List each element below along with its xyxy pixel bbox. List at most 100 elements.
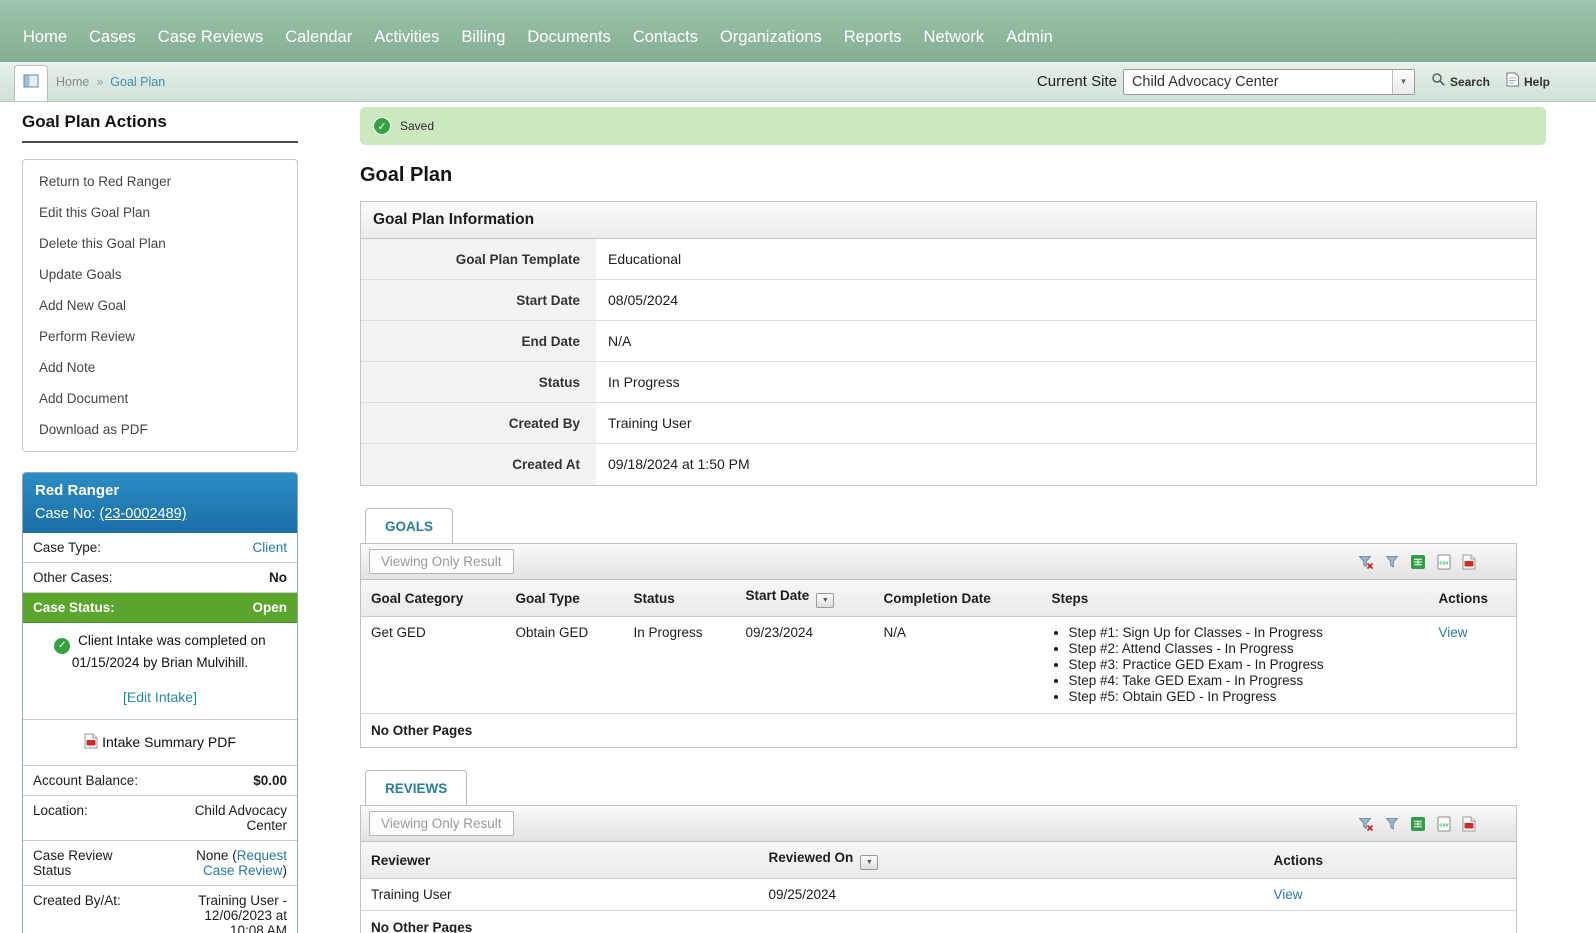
info-value: 09/18/2024 at 1:50 PM [596,444,1536,485]
saved-message: Saved [400,119,435,133]
nav-item-cases[interactable]: Cases [78,28,147,62]
site-controls: Current Site Child Advocacy Center ▼ Sea… [1036,68,1596,95]
search-icon [1431,72,1446,92]
goal-step: Step #2: Attend Classes - In Progress [1069,641,1419,657]
info-value: N/A [596,321,1536,361]
tab-reviews[interactable]: REVIEWS [365,770,468,805]
action-add-new-goal[interactable]: Add New Goal [23,290,297,321]
chevron-down-icon[interactable]: ▼ [1391,69,1414,94]
goals-header-row: Goal Category Goal Type Status Start Dat… [360,580,1517,617]
goal-start-date-cell: 09/23/2024 [745,625,814,640]
nav-item-documents[interactable]: Documents [516,28,621,62]
current-site-selector[interactable]: Child Advocacy Center ▼ [1122,68,1415,95]
case-status-badge: Open [252,600,287,615]
action-delete-goal-plan[interactable]: Delete this Goal Plan [23,228,297,259]
col-goal-category: Goal Category [360,580,506,617]
help-label: Help [1523,74,1550,89]
other-cases-value: No [269,570,287,585]
nav-item-reports[interactable]: Reports [833,28,913,62]
nav-item-case-reviews[interactable]: Case Reviews [147,28,274,62]
csv-export-icon[interactable]: csv [1436,816,1452,832]
current-site-label: Current Site [1036,73,1117,90]
nav-item-home[interactable]: Home [12,28,78,62]
sidebar-toggle-button[interactable] [14,65,48,101]
action-download-pdf[interactable]: Download as PDF [23,414,297,445]
info-label: Goal Plan Template [361,239,596,279]
top-navigation: Home Cases Case Reviews Calendar Activit… [0,0,1596,62]
edit-intake-link[interactable]: [Edit Intake] [123,689,197,705]
view-review-link[interactable]: View [1274,887,1303,902]
location-row: Location: Child Advocacy Center [23,796,297,841]
nav-item-contacts[interactable]: Contacts [622,28,709,62]
breadcrumb: Home » Goal Plan [56,75,165,89]
nav-item-organizations[interactable]: Organizations [709,28,833,62]
case-status-row: Case Status: Open [23,593,297,623]
tab-goals[interactable]: GOALS [365,508,454,543]
nav-item-network[interactable]: Network [913,28,996,62]
search-button[interactable]: Search [1431,72,1490,92]
info-value: In Progress [596,362,1536,402]
nav-item-billing[interactable]: Billing [450,28,516,62]
pdf-export-icon[interactable] [1462,816,1476,832]
goal-step: Step #3: Practice GED Exam - In Progress [1069,657,1419,673]
filter-icon[interactable] [1384,554,1400,570]
page-title: Goal Plan [360,164,453,186]
case-review-status-label: Case Review Status [33,847,113,878]
info-row-end-date: End Date N/A [361,321,1536,362]
check-icon: ✓ [373,117,391,135]
sidebar: Goal Plan Actions Return to Red Ranger E… [22,112,298,933]
account-balance-value: $0.00 [253,772,287,788]
excel-export-icon[interactable] [1410,816,1426,832]
action-add-document[interactable]: Add Document [23,383,297,414]
action-perform-review[interactable]: Perform Review [23,321,297,352]
col-completion-date: Completion Date [873,580,1042,617]
action-add-note[interactable]: Add Note [23,352,297,383]
goals-viewing-status: Viewing Only Result [369,549,514,574]
client-name: Red Ranger [35,482,120,499]
nav-item-admin[interactable]: Admin [995,28,1064,62]
review-row: Training User 09/25/2024 View [361,879,1517,911]
clear-filter-icon[interactable] [1358,816,1374,832]
case-status-label: Case Status: [33,600,115,615]
excel-export-icon[interactable] [1410,554,1426,570]
breadcrumb-home-link[interactable]: Home [56,75,89,89]
reviews-pagination-row: No Other Pages [360,910,1517,933]
info-value: Educational [596,239,1536,279]
nav-item-activities[interactable]: Activities [363,28,450,62]
csv-export-icon[interactable]: csv [1436,554,1452,570]
case-no-link[interactable]: (23-0002489) [99,506,186,522]
reviews-toolbar-icons: csv [1358,816,1508,832]
filter-icon[interactable] [1384,816,1400,832]
sort-reviewed-on-button[interactable]: ▼ [860,855,879,870]
action-edit-goal-plan[interactable]: Edit this Goal Plan [23,197,297,228]
reviews-no-other-pages: No Other Pages [360,910,1517,933]
goal-status-cell: In Progress [633,625,703,640]
case-type-link[interactable]: Client [252,540,287,555]
search-label: Search [1449,74,1490,89]
pdf-export-icon[interactable] [1462,554,1476,570]
case-type-label: Case Type: [33,540,102,555]
info-label: End Date [361,321,596,361]
breadcrumb-current-page[interactable]: Goal Plan [110,75,165,89]
col-start-date: Start Date ▼ [735,580,874,617]
goal-step: Step #5: Obtain GED - In Progress [1069,689,1419,705]
account-balance-row: Account Balance: $0.00 [23,766,297,796]
goal-actions-cell: View [1429,617,1517,714]
action-return-to-case[interactable]: Return to Red Ranger [23,166,297,197]
info-row-created-by: Created By Training User [361,403,1536,444]
clear-filter-icon[interactable] [1358,554,1374,570]
info-label: Created By [361,403,596,443]
help-button[interactable]: Help [1506,72,1550,92]
case-review-status-value: None (Request Case Review) [196,847,287,878]
col-goal-type: Goal Type [505,580,624,617]
col-actions: Actions [1263,842,1517,879]
reviews-toolbar: Viewing Only Result csv [360,805,1517,842]
info-row-template: Goal Plan Template Educational [361,239,1536,280]
sort-start-date-button[interactable]: ▼ [816,593,835,608]
view-goal-link[interactable]: View [1439,625,1468,640]
case-summary-card: Red Ranger Case No: (23-0002489) Case Ty… [22,472,298,933]
account-balance-label: Account Balance: [33,772,139,788]
action-update-goals[interactable]: Update Goals [23,259,297,290]
nav-item-calendar[interactable]: Calendar [274,28,363,62]
intake-summary-pdf-link[interactable]: Intake Summary PDF [102,734,236,750]
